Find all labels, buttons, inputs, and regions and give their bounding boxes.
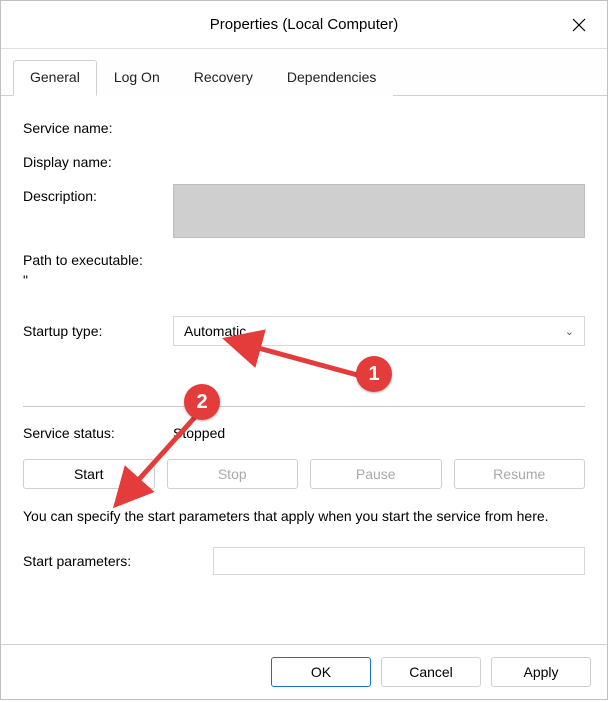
apply-button[interactable]: Apply <box>491 657 591 687</box>
info-text: You can specify the start parameters tha… <box>23 507 585 527</box>
resume-button[interactable]: Resume <box>454 459 586 489</box>
start-parameters-label: Start parameters: <box>23 553 213 569</box>
pause-button[interactable]: Pause <box>310 459 442 489</box>
titlebar: Properties (Local Computer) <box>1 1 607 49</box>
footer: OK Cancel Apply <box>1 644 607 699</box>
close-icon <box>572 18 586 32</box>
description-textarea[interactable] <box>173 184 585 238</box>
description-label: Description: <box>23 184 173 204</box>
display-name-label: Display name: <box>23 150 173 170</box>
startup-type-select[interactable]: Automatic ⌄ <box>173 316 585 346</box>
path-label: Path to executable: <box>23 252 585 268</box>
path-value: " <box>23 272 585 288</box>
window-title: Properties (Local Computer) <box>210 16 398 33</box>
cancel-button[interactable]: Cancel <box>381 657 481 687</box>
chevron-down-icon: ⌄ <box>565 325 574 338</box>
service-status-label: Service status: <box>23 425 173 441</box>
tab-logon[interactable]: Log On <box>97 60 177 96</box>
tab-general[interactable]: General <box>13 60 97 96</box>
divider <box>23 406 585 407</box>
tab-strip: General Log On Recovery Dependencies <box>1 49 607 96</box>
tab-dependencies[interactable]: Dependencies <box>270 60 394 96</box>
startup-type-label: Startup type: <box>23 323 173 339</box>
start-parameters-input[interactable] <box>213 547 585 575</box>
service-status-value: Stopped <box>173 425 225 441</box>
ok-button[interactable]: OK <box>271 657 371 687</box>
annotation-badge-2: 2 <box>184 384 220 420</box>
annotation-badge-1: 1 <box>356 356 392 392</box>
startup-type-value: Automatic <box>184 323 246 339</box>
content-area: Service name: Display name: Description:… <box>1 96 607 644</box>
stop-button[interactable]: Stop <box>167 459 299 489</box>
close-button[interactable] <box>551 1 607 49</box>
tab-recovery[interactable]: Recovery <box>177 60 270 96</box>
start-button[interactable]: Start <box>23 459 155 489</box>
service-name-label: Service name: <box>23 116 173 136</box>
